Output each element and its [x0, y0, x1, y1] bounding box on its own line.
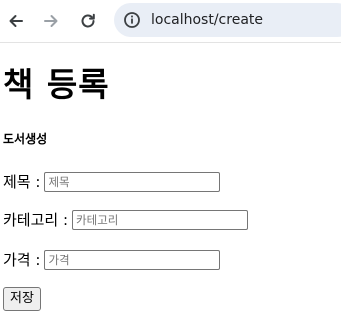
arrow-left-icon — [9, 15, 23, 27]
price-field-row: 가격 : — [3, 249, 221, 271]
info-icon[interactable] — [123, 11, 141, 29]
reload-icon — [81, 13, 95, 28]
category-field-row: 카테고리 : — [3, 209, 249, 231]
back-button[interactable] — [2, 7, 30, 35]
section-title: 도서생성 — [3, 132, 48, 146]
save-button[interactable]: 저장 — [3, 287, 41, 311]
category-label: 카테고리 : — [3, 211, 69, 229]
url-text[interactable]: localhost/create — [151, 10, 263, 30]
price-input[interactable] — [44, 250, 221, 270]
title-input[interactable] — [44, 172, 221, 192]
price-label: 가격 : — [3, 251, 41, 269]
category-input[interactable] — [72, 210, 249, 230]
reload-button[interactable] — [74, 7, 102, 35]
title-field-row: 제목 : — [3, 171, 221, 193]
browser-toolbar: localhost/create — [0, 0, 341, 43]
page-title: 책 등록 — [3, 65, 110, 104]
title-label: 제목 : — [3, 173, 41, 191]
arrow-right-icon — [44, 15, 58, 27]
address-bar[interactable]: localhost/create — [114, 3, 341, 37]
page-content: 책 등록 도서생성 제목 : 카테고리 : 가격 : 저장 — [0, 43, 341, 330]
forward-button[interactable] — [37, 7, 65, 35]
